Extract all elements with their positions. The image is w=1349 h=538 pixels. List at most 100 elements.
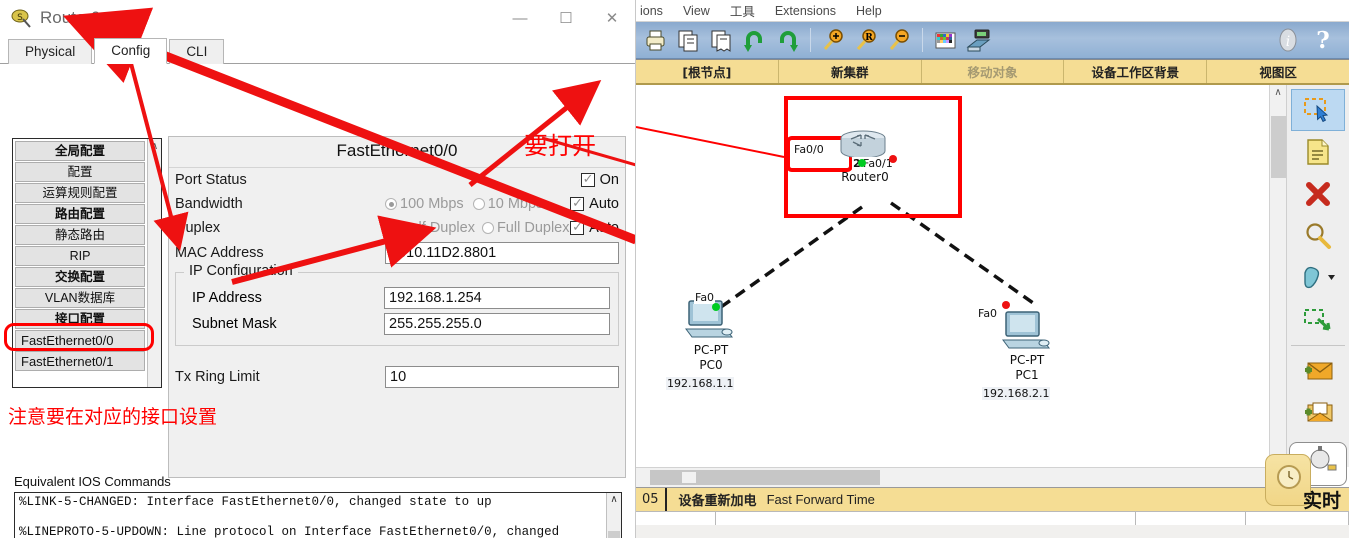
- bandwidth-label: Bandwidth: [175, 196, 243, 212]
- sidebar-item-routing[interactable]: 路由配置: [15, 204, 145, 224]
- ip-configuration-title: IP Configuration: [184, 263, 298, 279]
- checkbox-icon[interactable]: [580, 171, 595, 187]
- pc0-device[interactable]: [684, 299, 736, 345]
- draw-shape-tool-button[interactable]: [1291, 257, 1345, 299]
- duplex-option-full[interactable]: Full Duplex: [497, 220, 570, 236]
- pt-main-area: Fa0/0 2 Fa0/1 Router0 Fa0 PC-PT PC0 192.…: [636, 85, 1349, 467]
- info-icon[interactable]: i: [1275, 27, 1302, 54]
- pc0-ip-label: 192.168.1.1: [666, 377, 735, 390]
- sidebar-item-algorithm-settings[interactable]: 运算规则配置: [15, 183, 145, 203]
- help-icon[interactable]: ?: [1310, 27, 1337, 54]
- network-workspace[interactable]: Fa0/0 2 Fa0/1 Router0 Fa0 PC-PT PC0 192.…: [636, 85, 1269, 467]
- maximize-button[interactable]: ☐: [543, 2, 589, 34]
- sidebar-item-vlan-database[interactable]: VLAN数据库: [15, 288, 145, 308]
- tx-ring-limit-field[interactable]: 10: [385, 366, 619, 388]
- print-icon[interactable]: [642, 27, 669, 54]
- nav-move-object[interactable]: 移动对象: [922, 60, 1065, 83]
- bandwidth-options: 100 Mbps 10 Mbps: [385, 196, 570, 212]
- menu-help[interactable]: Help: [856, 4, 882, 18]
- nav-viewport[interactable]: 视图区: [1207, 60, 1349, 83]
- radio-100mbps-icon[interactable]: [385, 198, 397, 210]
- power-cycle-devices-button[interactable]: 设备重新加电: [667, 490, 757, 509]
- bandwidth-auto-label: Auto: [589, 196, 619, 212]
- redo-icon[interactable]: [774, 27, 801, 54]
- subnet-mask-field[interactable]: 255.255.255.0: [384, 313, 610, 335]
- zoom-reset-icon[interactable]: R: [853, 27, 880, 54]
- sidebar-item-rip[interactable]: RIP: [15, 246, 145, 266]
- palette-icon[interactable]: [932, 27, 959, 54]
- tx-ring-limit-label: Tx Ring Limit: [175, 369, 260, 385]
- bandwidth-auto-checkbox[interactable]: Auto: [570, 195, 619, 212]
- sidebar-scrollbar[interactable]: ∧: [147, 139, 161, 387]
- pc1-device[interactable]: [1001, 310, 1053, 356]
- pc1-port-label: Fa0: [977, 307, 999, 320]
- subnet-mask-row: Subnet Mask 255.255.255.0: [184, 311, 610, 337]
- scroll-thumb[interactable]: [608, 531, 620, 538]
- note-tool-button[interactable]: [1291, 131, 1345, 173]
- tab-physical[interactable]: Physical: [8, 39, 93, 64]
- scroll-up-icon[interactable]: ∧: [610, 494, 617, 505]
- menu-options[interactable]: ions: [640, 4, 663, 18]
- scroll-up-icon[interactable]: ∧: [151, 141, 158, 152]
- nav-root-node[interactable]: [根节点]: [636, 60, 779, 83]
- sidebar-item-switching[interactable]: 交换配置: [15, 267, 145, 287]
- checkbox-icon[interactable]: [570, 195, 585, 211]
- dialog-title: Router0: [40, 8, 101, 27]
- select-tool-button[interactable]: [1291, 89, 1345, 131]
- dialog-titlebar: S Router0 — ☐ ✕: [0, 0, 635, 36]
- copy-icon[interactable]: [675, 27, 702, 54]
- sidebar-item-fastethernet0-1[interactable]: FastEthernet0/1: [15, 351, 145, 371]
- inspect-tool-button[interactable]: [1291, 215, 1345, 257]
- minimize-button[interactable]: —: [497, 2, 543, 34]
- delete-tool-button[interactable]: [1291, 173, 1345, 215]
- duplex-options: Half Duplex Full Duplex: [385, 220, 570, 236]
- workspace-horizontal-scrollbar[interactable]: ❯: [636, 467, 1286, 487]
- nav-new-cluster[interactable]: 新集群: [779, 60, 922, 83]
- sidebar-item-settings[interactable]: 配置: [15, 162, 145, 182]
- ios-scrollbar[interactable]: ∧ ∨: [606, 493, 621, 538]
- paste-icon[interactable]: [708, 27, 735, 54]
- menu-tools[interactable]: 工具: [730, 1, 755, 20]
- port-status-label: Port Status: [175, 172, 247, 188]
- zoom-out-icon[interactable]: [886, 27, 913, 54]
- bandwidth-row: Bandwidth 100 Mbps 10 Mbps Auto: [169, 192, 625, 216]
- radio-half-duplex-icon[interactable]: [385, 222, 397, 234]
- duplex-option-half[interactable]: Half Duplex: [400, 220, 475, 236]
- radio-10mbps-icon[interactable]: [472, 198, 485, 210]
- scroll-thumb[interactable]: [1270, 116, 1286, 178]
- add-simple-pdu-button[interactable]: [1291, 350, 1345, 392]
- router-config-dialog: S Router0 — ☐ ✕ Physical Config CLI 全局配置…: [0, 0, 636, 538]
- add-complex-pdu-button[interactable]: [1291, 392, 1345, 434]
- bandwidth-option-10[interactable]: 10 Mbps: [488, 196, 544, 212]
- svg-text:S: S: [17, 13, 23, 23]
- workspace-vertical-scrollbar[interactable]: ∧ ∨: [1269, 85, 1286, 467]
- pt-tools-panel: [1286, 85, 1349, 467]
- toolbar-divider: [810, 28, 811, 52]
- scroll-up-icon[interactable]: ∧: [1274, 87, 1281, 98]
- sidebar-item-global-settings[interactable]: 全局配置: [15, 141, 145, 161]
- menu-extensions[interactable]: Extensions: [775, 4, 836, 18]
- resize-shape-tool-button[interactable]: [1291, 299, 1345, 341]
- nav-workspace-background[interactable]: 设备工作区背景: [1064, 60, 1208, 83]
- radio-full-duplex-icon[interactable]: [481, 222, 494, 234]
- undo-icon[interactable]: [741, 27, 768, 54]
- ios-commands-title: Equivalent IOS Commands: [14, 474, 171, 489]
- mac-address-field[interactable]: 0010.11D2.8801: [385, 242, 619, 264]
- checkbox-icon[interactable]: [570, 219, 585, 235]
- menu-view[interactable]: View: [683, 4, 710, 18]
- tab-config[interactable]: Config: [94, 38, 168, 64]
- pt-statusbar: 05 设备重新加电 Fast Forward Time 实时: [636, 442, 1349, 512]
- ip-address-field[interactable]: 192.168.1.254: [384, 287, 610, 309]
- duplex-auto-checkbox[interactable]: Auto: [570, 219, 619, 236]
- port-status-checkbox[interactable]: On: [580, 171, 619, 188]
- sidebar-item-static-route[interactable]: 静态路由: [15, 225, 145, 245]
- router0-name-label: Router0: [841, 170, 889, 184]
- pt-navigation-bar: [根节点] 新集群 移动对象 设备工作区背景 视图区: [636, 59, 1349, 85]
- bandwidth-option-100[interactable]: 100 Mbps: [400, 196, 464, 212]
- tab-cli[interactable]: CLI: [169, 39, 225, 64]
- network-device-icon[interactable]: [965, 27, 992, 54]
- fast-forward-time-button[interactable]: Fast Forward Time: [757, 492, 875, 507]
- close-button[interactable]: ✕: [589, 2, 635, 34]
- zoom-in-icon[interactable]: [820, 27, 847, 54]
- pt-bottom-row: [636, 511, 1349, 525]
